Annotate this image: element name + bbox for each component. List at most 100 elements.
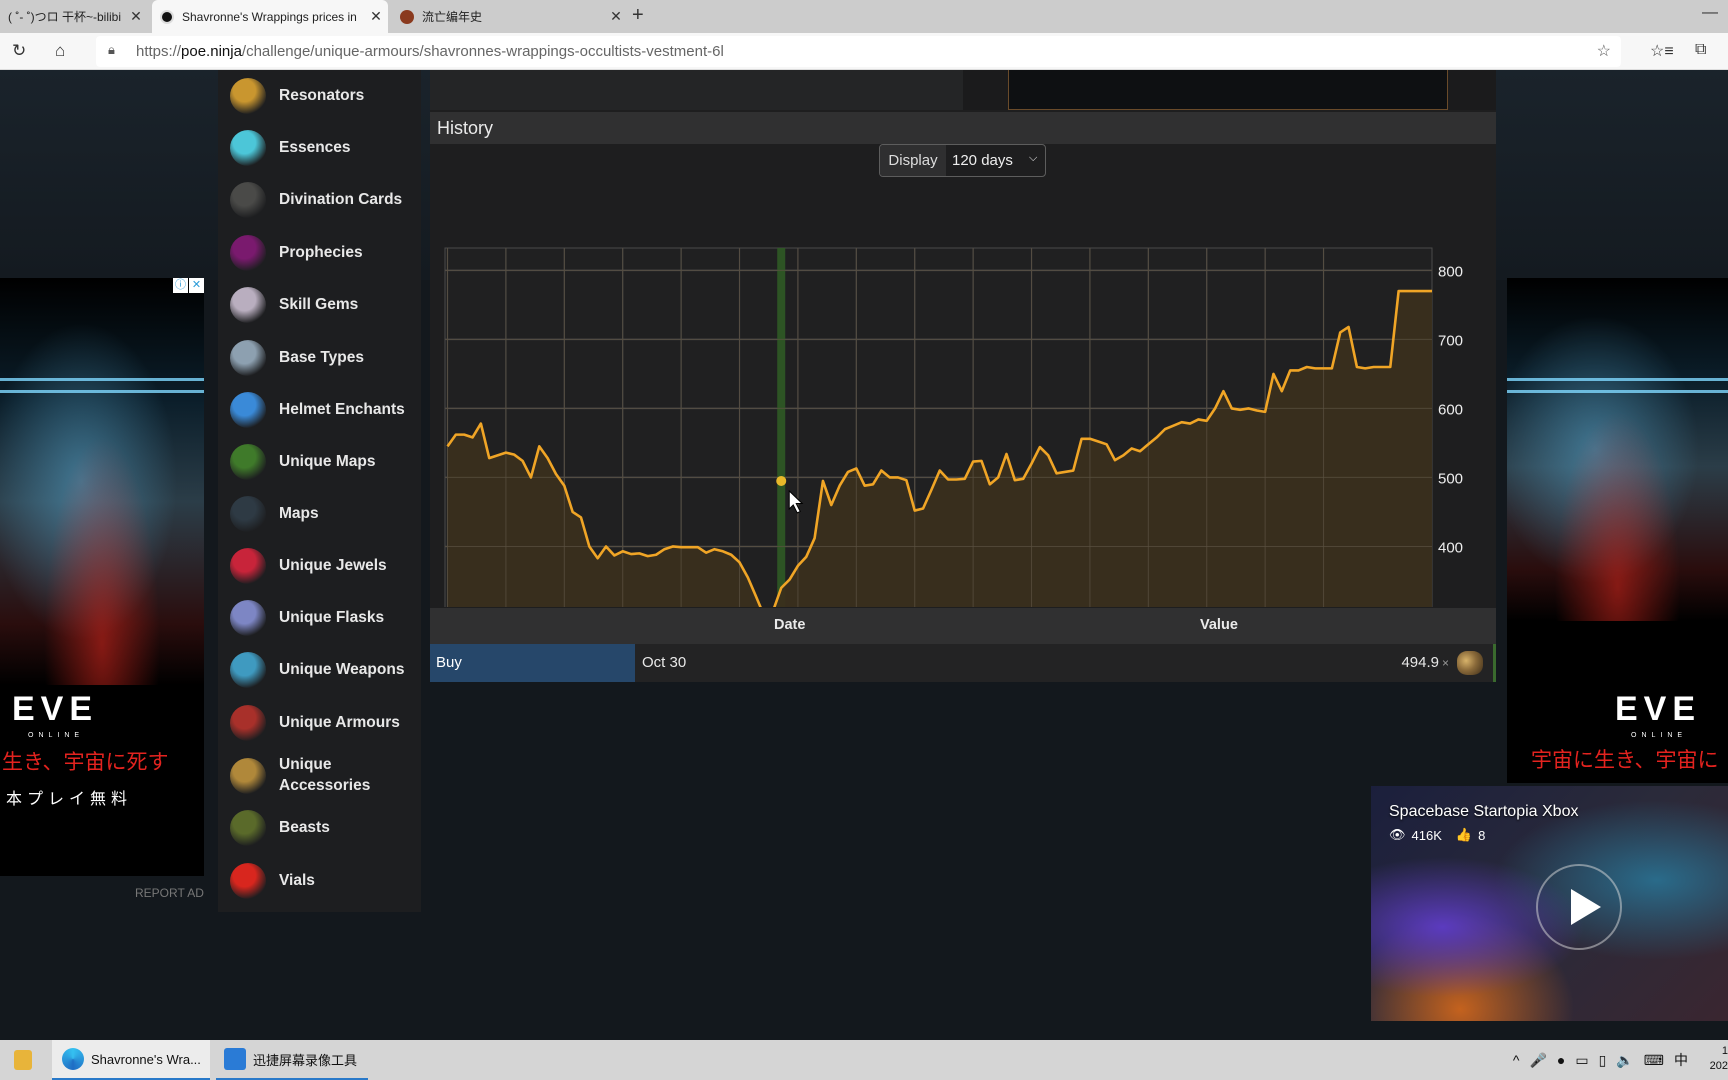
chaos-orb-icon <box>1457 651 1483 675</box>
tray-icon[interactable]: ▯ <box>1599 1052 1607 1069</box>
new-tab-button[interactable]: + <box>632 4 644 27</box>
sidebar-item-label: Vials <box>279 872 315 889</box>
category-sidebar: Resonators Essences Divination Cards Prophe… <box>218 70 421 912</box>
sidebar-item-label: Prophecies <box>279 244 363 261</box>
ad-close-icon[interactable]: ✕ <box>189 278 204 293</box>
ad-light-stripe <box>0 390 204 393</box>
sidebar-item-unique-jewels[interactable]: Unique Jewels <box>218 545 421 587</box>
ad-tagline: 生き、宇宙に死す <box>2 751 169 774</box>
page-viewport: EVE ONLINE 生き、宇宙に死す 本プレイ無料 ⓘ ✕ REPORT AD… <box>0 70 1728 1040</box>
video-likes: 8 <box>1478 827 1486 843</box>
home-icon[interactable]: ⌂ <box>55 41 65 61</box>
tray-icon[interactable]: ⌨ <box>1644 1052 1664 1069</box>
tray-icon[interactable]: ^ <box>1513 1052 1520 1068</box>
tab-poe-ninja[interactable]: Shavronne's Wrappings prices in ✕ <box>152 0 388 33</box>
sidebar-item-vials[interactable]: Vials <box>218 860 421 902</box>
sidebar-item-divination-cards[interactable]: Divination Cards <box>218 179 421 221</box>
tab-bilibili[interactable]: ( ˚- ˚)つロ 干杯~-bilibi ✕ <box>0 0 148 33</box>
ad-info-icon[interactable]: ⓘ <box>173 278 188 293</box>
system-tray: ^ 🎤 ● ▭ ▯ 🔈 ⌨ 中 <box>1513 1050 1688 1070</box>
sidebar-item-base-types[interactable]: Base Types <box>218 337 421 379</box>
ad-artwork <box>1507 278 1728 622</box>
eve-logo: EVE <box>12 690 99 728</box>
vial-icon <box>230 863 266 899</box>
hover-highlight-band <box>777 248 786 607</box>
file-explorer-icon[interactable] <box>14 1040 44 1080</box>
chronicle-favicon-icon <box>400 9 414 24</box>
close-icon[interactable]: ✕ <box>604 8 628 25</box>
clock-date: 202 <box>1709 1060 1728 1072</box>
add-favorite-star-icon[interactable]: ☆ <box>1597 41 1611 61</box>
map-icon <box>230 496 266 532</box>
tray-icon[interactable]: 中 <box>1674 1050 1688 1070</box>
sidebar-item-resonators[interactable]: Resonators <box>218 75 421 117</box>
unique-weapon-icon <box>230 652 266 688</box>
reload-icon[interactable]: ↻ <box>12 41 26 61</box>
close-icon[interactable]: ✕ <box>124 8 148 25</box>
chevron-down-icon: ⌵ <box>1029 152 1038 164</box>
eve-logo: EVE <box>1615 690 1702 728</box>
sidebar-item-unique-weapons[interactable]: Unique Weapons <box>218 649 421 691</box>
sidebar-item-label: Resonators <box>279 87 365 104</box>
prophecy-icon <box>230 235 266 271</box>
history-table-header: Date Value <box>430 608 1496 644</box>
sidebar-item-label: Skill Gems <box>279 296 359 313</box>
taskbar-edge-window[interactable]: Shavronne's Wra... <box>52 1040 210 1080</box>
row-value: 494.9 × <box>1401 644 1449 682</box>
taskbar-recorder-window[interactable]: 迅捷屏幕录像工具 <box>216 1040 368 1080</box>
sidebar-item-unique-maps[interactable]: Unique Maps <box>218 441 421 483</box>
url-text: https://poe.ninja/challenge/unique-armou… <box>136 43 724 60</box>
sidebar-item-label: Unique Jewels <box>279 557 387 574</box>
y-tick-label: 600 <box>1438 401 1463 418</box>
sidebar-item-maps[interactable]: Maps <box>218 493 421 535</box>
close-icon[interactable]: ✕ <box>364 8 388 25</box>
row-value-multiplier: × <box>1441 656 1449 670</box>
video-player[interactable]: Spacebase Startopia Xbox 👁 416K 👍 8 <box>1371 786 1728 1021</box>
display-range-select[interactable]: 120 days <box>952 152 1013 169</box>
ad-controls: ⓘ ✕ <box>172 278 204 293</box>
tray-icon[interactable]: 🔈 <box>1616 1052 1633 1069</box>
sidebar-item-prophecies[interactable]: Prophecies <box>218 232 421 274</box>
hovered-data-point[interactable] <box>776 475 787 486</box>
display-range-control[interactable]: Display 120 days ⌵ <box>879 144 1046 177</box>
collections-icon[interactable]: ⧉ <box>1695 41 1706 59</box>
left-ad[interactable]: EVE ONLINE 生き、宇宙に死す 本プレイ無料 ⓘ ✕ <box>0 278 204 876</box>
sidebar-item-label: Beasts <box>279 819 330 836</box>
eye-icon: 👁 <box>1389 827 1406 842</box>
sidebar-item-helmet-enchants[interactable]: Helmet Enchants <box>218 389 421 431</box>
sidebar-item-label: Unique Accessories <box>279 756 371 794</box>
sidebar-item-unique-armours[interactable]: Unique Armours <box>218 702 421 744</box>
column-header-value: Value <box>1200 617 1238 633</box>
report-ad-link[interactable]: REPORT AD <box>135 886 204 900</box>
ad-artwork <box>0 278 204 685</box>
sidebar-item-essences[interactable]: Essences <box>218 127 421 169</box>
table-row: Buy Oct 30 494.9 × <box>430 644 1496 682</box>
tab-chronicle[interactable]: 流亡编年史 ✕ <box>392 0 628 33</box>
url-input[interactable]: 🔒︎ https://poe.ninja/challenge/unique-ar… <box>96 36 1621 67</box>
beast-icon <box>230 810 266 846</box>
tray-icon[interactable]: ▭ <box>1575 1052 1588 1069</box>
system-clock[interactable]: 1 202 <box>1710 1044 1728 1074</box>
tray-icon[interactable]: 🎤 <box>1529 1052 1546 1069</box>
video-views: 416K <box>1411 827 1442 843</box>
sidebar-item-skill-gems[interactable]: Skill Gems <box>218 284 421 326</box>
sidebar-item-unique-accessories[interactable]: Unique Accessories <box>218 750 421 802</box>
sidebar-item-label: Unique Weapons <box>279 661 405 678</box>
browser-tab-bar: ( ˚- ˚)つロ 干杯~-bilibi ✕ Shavronne's Wrapp… <box>0 0 1728 33</box>
minimize-button[interactable]: — <box>1702 4 1718 22</box>
screen-recorder-icon <box>224 1048 246 1070</box>
tab-title: ( ˚- ˚)つロ 干杯~-bilibi <box>8 10 121 24</box>
history-title: History <box>437 118 494 138</box>
right-ad[interactable]: EVE ONLINE 宇宙に生き、宇宙に <box>1507 278 1728 783</box>
ad-light-stripe <box>1507 378 1728 381</box>
y-tick-label: 700 <box>1438 332 1463 349</box>
favorites-icon[interactable]: ☆≡ <box>1650 41 1674 61</box>
base-type-ring-icon <box>230 340 266 376</box>
sidebar-item-unique-flasks[interactable]: Unique Flasks <box>218 597 421 639</box>
lock-icon: 🔒︎ <box>108 42 115 57</box>
price-history-chart[interactable]: 300400500600700800Sep 20Sep 27Oct 04Oct … <box>430 177 1496 607</box>
column-header-date: Date <box>774 617 806 633</box>
sidebar-item-beasts[interactable]: Beasts <box>218 807 421 849</box>
play-button[interactable] <box>1536 864 1622 950</box>
tray-icon[interactable]: ● <box>1557 1052 1565 1068</box>
